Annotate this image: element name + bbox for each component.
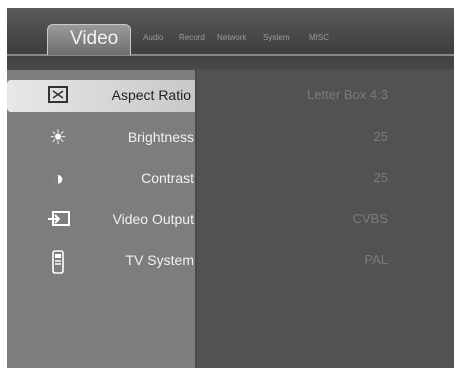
setting-value: 25 xyxy=(373,129,388,144)
tab-audio[interactable]: Audio xyxy=(143,33,163,42)
setting-value: CVBS xyxy=(352,211,388,226)
aspect-ratio-icon xyxy=(47,85,69,107)
contrast-icon: ◑ xyxy=(51,168,65,190)
setting-label: Video Output xyxy=(112,211,194,227)
setting-label: Brightness xyxy=(127,129,194,145)
setting-video-output[interactable]: Video Output CVBS xyxy=(7,204,454,236)
tab-record[interactable]: Record xyxy=(179,33,205,42)
setting-value: PAL xyxy=(364,252,388,267)
setting-label: Contrast xyxy=(141,170,194,186)
tab-video-label: Video xyxy=(70,28,119,49)
tab-system[interactable]: System xyxy=(263,33,290,42)
setting-label: Aspect Ratio xyxy=(111,87,191,103)
setting-contrast[interactable]: ◑ Contrast 25 xyxy=(7,163,454,195)
tab-misc[interactable]: MISC xyxy=(309,33,329,42)
setting-aspect-ratio[interactable]: Aspect Ratio xyxy=(7,80,195,112)
tab-video[interactable]: Video xyxy=(47,24,131,55)
settings-screen: Video Audio Record Network System MISC A… xyxy=(7,8,454,368)
sun-icon: ☀ xyxy=(49,127,67,149)
setting-value: 25 xyxy=(373,170,388,185)
tab-network[interactable]: Network xyxy=(217,33,246,42)
setting-value-row: Letter Box 4:3 xyxy=(197,80,454,112)
setting-label: TV System xyxy=(125,252,194,268)
top-menu-bar: Video Audio Record Network System MISC xyxy=(7,8,454,68)
remote-icon xyxy=(47,250,69,274)
setting-value: Letter Box 4:3 xyxy=(307,87,388,102)
setting-brightness[interactable]: ☀ Brightness 25 xyxy=(7,122,454,154)
video-output-icon xyxy=(47,209,70,231)
setting-tv-system[interactable]: TV System PAL xyxy=(7,245,454,277)
